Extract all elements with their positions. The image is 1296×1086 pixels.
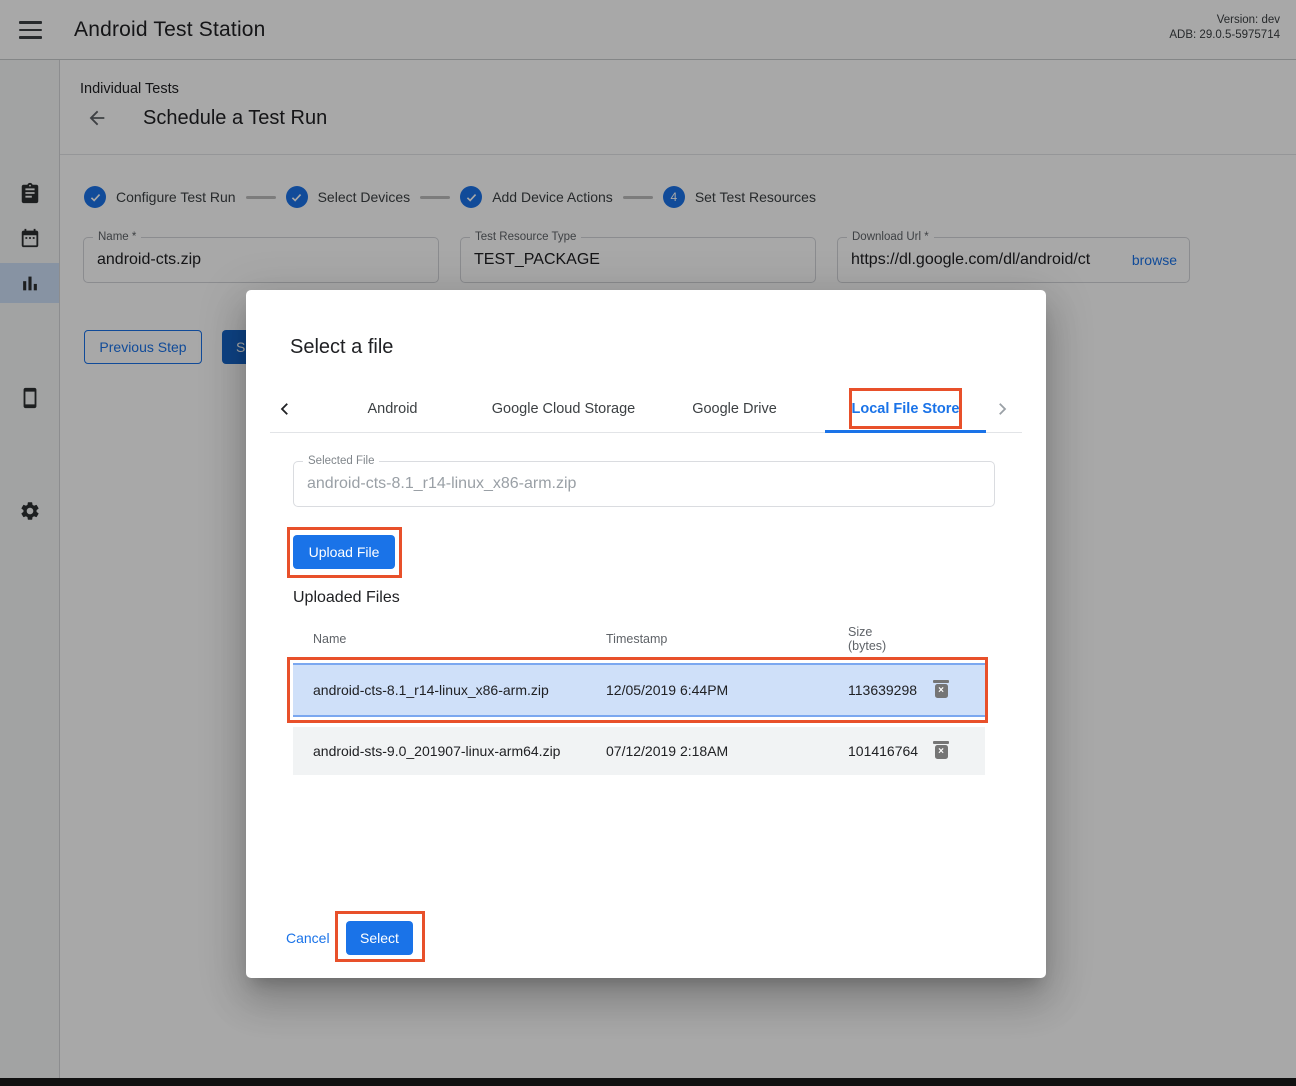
upload-file-button[interactable]: Upload File: [293, 535, 395, 569]
uploaded-files-heading: Uploaded Files: [293, 589, 400, 607]
delete-icon: [933, 680, 949, 683]
tab-google-drive[interactable]: Google Drive: [649, 385, 820, 433]
file-source-tabbar: Android Google Cloud Storage Google Driv…: [246, 385, 1046, 433]
chevron-right-icon: [993, 400, 1011, 418]
column-header-size-line1: Size: [848, 625, 932, 639]
column-header-name: Name: [313, 632, 606, 646]
tab-android[interactable]: Android: [307, 385, 478, 433]
table-row[interactable]: android-sts-9.0_201907-linux-arm64.zip 0…: [293, 727, 985, 775]
screen: { "header": { "title": "Android Test Sta…: [0, 0, 1296, 1086]
tabs-next-button[interactable]: [991, 398, 1013, 420]
selected-file-label: Selected File: [303, 455, 379, 467]
delete-file-button[interactable]: ×: [932, 741, 950, 761]
file-timestamp: 07/12/2019 2:18AM: [606, 743, 848, 759]
column-header-timestamp: Timestamp: [606, 632, 848, 646]
delete-file-button[interactable]: ×: [932, 680, 950, 700]
delete-icon: [933, 741, 949, 744]
tabs-prev-button[interactable]: [274, 398, 296, 420]
tab-list: Android Google Cloud Storage Google Driv…: [307, 385, 991, 433]
tab-google-cloud-storage[interactable]: Google Cloud Storage: [478, 385, 649, 433]
selected-file-value: android-cts-8.1_r14-linux_x86-arm.zip: [307, 475, 576, 493]
file-size: 101416764: [848, 743, 932, 759]
cancel-button[interactable]: Cancel: [286, 930, 330, 946]
tab-local-file-store[interactable]: Local File Store: [820, 385, 991, 433]
dialog-title: Select a file: [290, 336, 393, 359]
file-name: android-cts-8.1_r14-linux_x86-arm.zip: [313, 682, 606, 698]
column-header-size: Size (bytes): [848, 625, 932, 653]
file-size: 113639298: [848, 682, 932, 698]
select-button[interactable]: Select: [346, 921, 413, 955]
active-tab-indicator: [825, 430, 986, 433]
chevron-left-icon: [276, 400, 294, 418]
table-row-selected[interactable]: android-cts-8.1_r14-linux_x86-arm.zip 12…: [293, 663, 985, 717]
selected-file-field[interactable]: Selected File android-cts-8.1_r14-linux_…: [293, 461, 995, 507]
table-header-row: Name Timestamp Size (bytes): [293, 620, 985, 658]
file-timestamp: 12/05/2019 6:44PM: [606, 682, 848, 698]
select-file-dialog: Select a file Android Google Cloud Stora…: [246, 290, 1046, 978]
file-name: android-sts-9.0_201907-linux-arm64.zip: [313, 743, 606, 759]
column-header-size-line2: (bytes): [848, 639, 932, 653]
